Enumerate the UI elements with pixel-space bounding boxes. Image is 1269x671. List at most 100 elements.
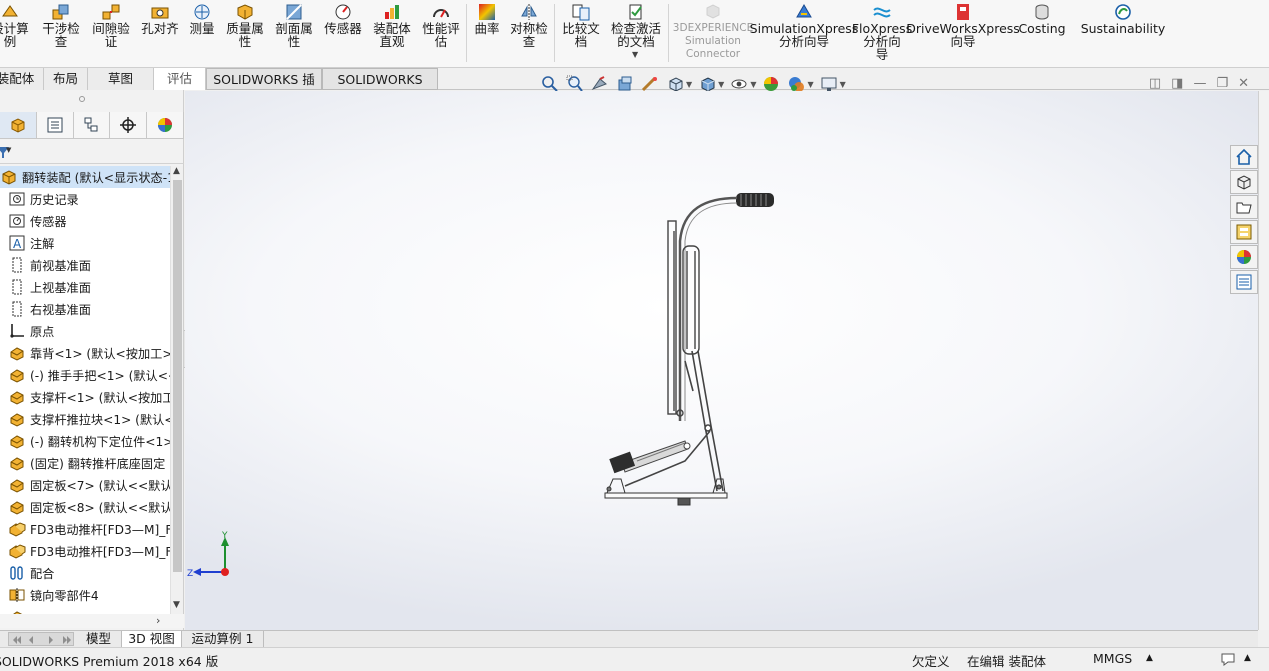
- ribbon-button-driveworksxpress[interactable]: DriveWorksXpress 向导: [906, 0, 1020, 66]
- tree-item[interactable]: 支撑杆<1> (默认<按加工: [0, 386, 170, 408]
- tree-item[interactable]: 原点: [0, 320, 170, 342]
- bottom-tab-2[interactable]: 运动算例 1: [182, 631, 264, 647]
- ribbon-button-curvature[interactable]: 曲率: [470, 0, 504, 66]
- apply-scene-dropdown-icon[interactable]: ▼: [807, 80, 813, 89]
- tree-item[interactable]: 镜向零部件4: [0, 584, 170, 606]
- tree-item[interactable]: 固定板<7> (默认<<默认: [0, 474, 170, 496]
- tree-item-label: (固定) 翻转推杆底座固定: [30, 457, 166, 471]
- display-style-dropdown-icon[interactable]: ▼: [718, 80, 724, 89]
- feature-manager-panel: ▼ 翻转装配 (默认<显示状态-1> 历史记录 传感器 A 注解 前视基准面 上视基准面 右视…: [0, 90, 184, 630]
- tree-horizontal-scrollbar[interactable]: ›: [0, 614, 184, 628]
- tree-item[interactable]: 固定板<8> (默认<<默认: [0, 496, 170, 518]
- ribbon-button-costing[interactable]: Costing: [1016, 0, 1068, 66]
- tree-item[interactable]: 前视基准面: [0, 254, 170, 276]
- design-library-tab[interactable]: [1230, 170, 1258, 194]
- unit-system-button[interactable]: MMGS: [1093, 651, 1132, 666]
- tile-left-icon[interactable]: ◫: [1149, 76, 1161, 91]
- costing-icon: [1032, 2, 1052, 22]
- part-icon: [8, 432, 26, 450]
- ribbon-button-hole-align[interactable]: 孔对齐: [138, 0, 182, 66]
- check-document-dropdown-icon[interactable]: ▼: [632, 50, 638, 59]
- ribbon-button-symmetry-check[interactable]: 对称检 查: [506, 0, 552, 66]
- tree-vertical-scrollbar[interactable]: ▲ ▼: [170, 166, 183, 614]
- feature-manager-tab[interactable]: [0, 112, 37, 138]
- tree-item[interactable]: A 注解: [0, 232, 170, 254]
- configuration-manager-icon: [84, 117, 98, 132]
- ribbon-button-compare-documents[interactable]: 比较文 档: [558, 0, 604, 66]
- bottom-tab-0[interactable]: 模型: [76, 631, 122, 647]
- ribbon-button-label: 性能评 估: [422, 21, 460, 49]
- tree-item[interactable]: [0, 606, 170, 614]
- ribbon-button-label: 干涉检 查: [42, 21, 80, 49]
- custom-properties-tab[interactable]: [1230, 270, 1258, 294]
- ribbon-button-label: DriveWorksXpress 向导: [906, 21, 1020, 49]
- tab-0[interactable]: 装配体: [0, 68, 44, 90]
- tree-item[interactable]: 右视基准面: [0, 298, 170, 320]
- ribbon-button-label: Sustainability: [1080, 21, 1166, 36]
- tab-scroll-arrows[interactable]: [8, 632, 74, 646]
- tree-item[interactable]: 传感器: [0, 210, 170, 232]
- restore-icon[interactable]: ❐: [1216, 76, 1228, 91]
- tree-item[interactable]: FD3电动推杆[FD3—M]_F: [0, 540, 170, 562]
- minimize-icon[interactable]: —: [1193, 76, 1206, 91]
- ribbon-button-performance-evaluation[interactable]: 性能评 估: [418, 0, 464, 66]
- graphics-area[interactable]: Y Z: [185, 91, 1258, 630]
- tree-item[interactable]: (-) 推手手把<1> (默认<<: [0, 364, 170, 386]
- tree-item[interactable]: 支撑杆推拉块<1> (默认<: [0, 408, 170, 430]
- hide-show-dropdown-icon[interactable]: ▼: [750, 80, 756, 89]
- tab-1[interactable]: 布局: [44, 68, 88, 90]
- view-palette-tab[interactable]: [1230, 220, 1258, 244]
- filter-dropdown-icon[interactable]: ▼: [6, 146, 11, 154]
- tree-item[interactable]: 配合: [0, 562, 170, 584]
- tree-item[interactable]: 历史记录: [0, 188, 170, 210]
- configuration-manager-tab[interactable]: [73, 112, 111, 138]
- view-orientation-dropdown-icon[interactable]: ▼: [686, 80, 692, 89]
- display-manager-tab[interactable]: [147, 112, 184, 138]
- close-icon[interactable]: ✕: [1238, 76, 1249, 91]
- ribbon-button-measure[interactable]: 测量: [185, 0, 219, 66]
- tree-item[interactable]: (固定) 翻转推杆底座固定: [0, 452, 170, 474]
- tab-3[interactable]: 评估: [154, 68, 206, 90]
- appearances-tab[interactable]: [1230, 245, 1258, 269]
- ribbon-button-sensor[interactable]: 传感器: [320, 0, 366, 66]
- view-settings-dropdown-icon[interactable]: ▼: [840, 80, 846, 89]
- ribbon-button-floxpress[interactable]: FloXpress 分析向 导: [852, 0, 912, 66]
- tree-item-label: FD3电动推杆[FD3—M]_F: [30, 523, 170, 537]
- tree-item[interactable]: 上视基准面: [0, 276, 170, 298]
- file-explorer-tab[interactable]: [1230, 195, 1258, 219]
- ribbon-button-section-properties[interactable]: 剖面属 性: [271, 0, 317, 66]
- scroll-right-icon[interactable]: ›: [156, 614, 160, 627]
- ribbon-button-interference-check[interactable]: 干涉检 查: [38, 0, 84, 66]
- bottom-tab-1[interactable]: 3D 视图: [122, 631, 182, 647]
- message-icon[interactable]: [1220, 651, 1238, 667]
- flip-assembly-model[interactable]: Y Z: [185, 91, 1258, 630]
- tree-item[interactable]: 靠背<1> (默认<按加工>: [0, 342, 170, 364]
- tree-item[interactable]: (-) 翻转机构下定位件<1>: [0, 430, 170, 452]
- scroll-up-icon[interactable]: ▲: [173, 166, 180, 176]
- tab-4[interactable]: SOLIDWORKS 插件: [206, 68, 322, 108]
- annotations-icon: A: [8, 234, 26, 252]
- unit-system-dropdown-icon[interactable]: ▲: [1146, 653, 1153, 663]
- tree-item[interactable]: FD3电动推杆[FD3—M]_F: [0, 518, 170, 540]
- property-manager-tab[interactable]: [36, 112, 74, 138]
- tab-2[interactable]: 草图: [88, 68, 154, 90]
- ribbon-button-clearance-verify[interactable]: 间隙验 证: [88, 0, 134, 66]
- status-dropdown-icon[interactable]: ▲: [1244, 653, 1251, 663]
- dimxpert-manager-tab[interactable]: [110, 112, 148, 138]
- triad-z-label: Z: [187, 569, 193, 579]
- ribbon-button-label: 检查激活 的文档: [610, 21, 661, 49]
- tile-right-icon[interactable]: ◨: [1171, 76, 1183, 91]
- panel-grip-icon[interactable]: [79, 96, 85, 102]
- ribbon-button-design-study[interactable]: 设计算 例: [0, 0, 32, 66]
- scroll-thumb[interactable]: [173, 180, 182, 572]
- ribbon-button-sustainability[interactable]: Sustainability: [1081, 0, 1165, 66]
- ribbon-button-label: 曲率: [474, 21, 500, 36]
- ribbon-button-simulationxpress[interactable]: SimulationXpress 分析向导: [750, 0, 858, 66]
- tree-root-assembly[interactable]: 翻转装配 (默认<显示状态-1>: [0, 166, 170, 188]
- solidworks-resources-tab[interactable]: [1230, 145, 1258, 169]
- ribbon-button-mass-properties[interactable]: 质量属 性: [222, 0, 268, 66]
- scroll-down-icon[interactable]: ▼: [173, 600, 180, 610]
- ribbon-button-assembly-visualization[interactable]: 装配体 直观: [369, 0, 415, 66]
- tree-item-label: 配合: [30, 567, 55, 581]
- tab-5[interactable]: SOLIDWORKS MBD: [322, 68, 438, 108]
